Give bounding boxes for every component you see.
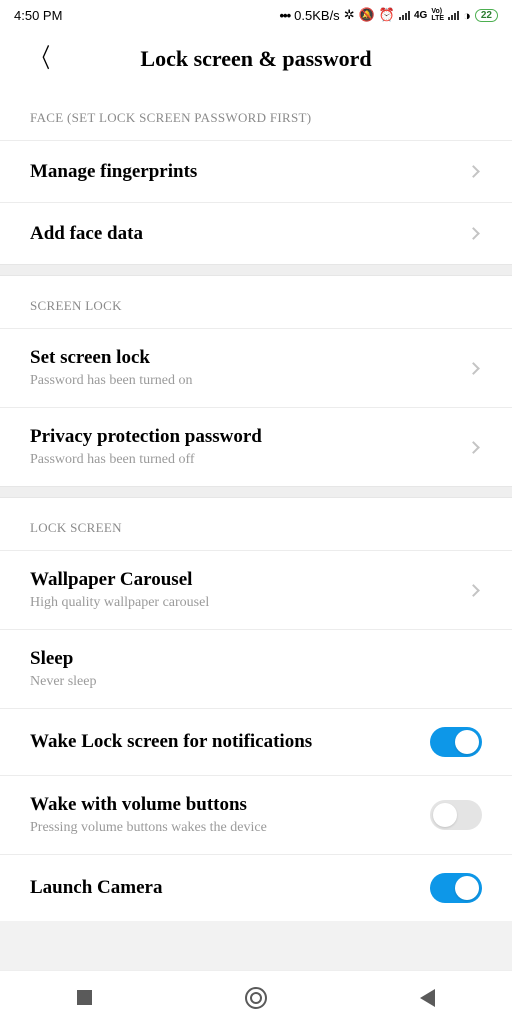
- toggle-wake-volume[interactable]: [430, 800, 482, 830]
- status-right: ••• 0.5KB/s ✲ 🔕 ⏰ 4G Vo)LTE ◑ 22: [280, 7, 499, 23]
- row-sleep[interactable]: Sleep Never sleep: [0, 629, 512, 708]
- row-title: Wake Lock screen for notifications: [30, 731, 430, 753]
- wifi-icon: ◑: [463, 8, 471, 23]
- row-title: Wallpaper Carousel: [30, 569, 469, 591]
- row-subtitle: Never sleep: [30, 674, 482, 690]
- signal-icon: [399, 11, 410, 20]
- nav-bar: [0, 970, 512, 1024]
- battery-icon: 22: [475, 9, 498, 22]
- row-title: Launch Camera: [30, 877, 430, 899]
- section-header-face: FACE (SET LOCK SCREEN PASSWORD FIRST): [0, 88, 512, 140]
- toggle-wake-notifications[interactable]: [430, 727, 482, 757]
- home-button[interactable]: [245, 987, 267, 1009]
- content-scroll[interactable]: FACE (SET LOCK SCREEN PASSWORD FIRST) Ma…: [0, 88, 512, 970]
- row-title: Sleep: [30, 648, 482, 670]
- chevron-right-icon: [467, 441, 480, 454]
- row-add-face-data[interactable]: Add face data: [0, 202, 512, 264]
- section-header-screen-lock: SCREEN LOCK: [0, 276, 512, 328]
- back-nav-button[interactable]: [420, 989, 435, 1007]
- row-privacy-protection[interactable]: Privacy protection password Password has…: [0, 407, 512, 486]
- section-lock-screen: LOCK SCREEN Wallpaper Carousel High qual…: [0, 498, 512, 921]
- row-title: Manage fingerprints: [30, 161, 469, 183]
- status-speed: 0.5KB/s: [294, 8, 340, 23]
- section-divider: [0, 486, 512, 498]
- row-wake-notifications: Wake Lock screen for notifications: [0, 708, 512, 775]
- status-time: 4:50 PM: [14, 8, 62, 23]
- row-set-screen-lock[interactable]: Set screen lock Password has been turned…: [0, 328, 512, 407]
- row-title: Privacy protection password: [30, 426, 469, 448]
- section-header-lock-screen: LOCK SCREEN: [0, 498, 512, 550]
- section-divider: [0, 264, 512, 276]
- dnd-icon: 🔕: [359, 7, 375, 23]
- chevron-right-icon: [467, 584, 480, 597]
- network-label: 4G: [414, 10, 427, 21]
- status-bar: 4:50 PM ••• 0.5KB/s ✲ 🔕 ⏰ 4G Vo)LTE ◑ 22: [0, 0, 512, 30]
- alarm-icon: ⏰: [379, 7, 395, 23]
- recents-button[interactable]: [77, 990, 92, 1005]
- chevron-right-icon: [467, 362, 480, 375]
- page-title: Lock screen & password: [0, 46, 512, 72]
- back-button[interactable]: 〈: [32, 46, 50, 72]
- bluetooth-icon: ✲: [344, 7, 355, 23]
- app-header: 〈 Lock screen & password: [0, 30, 512, 88]
- row-subtitle: Pressing volume buttons wakes the device: [30, 820, 430, 836]
- row-subtitle: Password has been turned off: [30, 452, 469, 468]
- signal2-icon: [448, 11, 459, 20]
- row-title: Add face data: [30, 223, 469, 245]
- chevron-right-icon: [467, 165, 480, 178]
- row-manage-fingerprints[interactable]: Manage fingerprints: [0, 140, 512, 202]
- section-face: FACE (SET LOCK SCREEN PASSWORD FIRST) Ma…: [0, 88, 512, 264]
- toggle-launch-camera[interactable]: [430, 873, 482, 903]
- chevron-right-icon: [467, 227, 480, 240]
- row-wallpaper-carousel[interactable]: Wallpaper Carousel High quality wallpape…: [0, 550, 512, 629]
- row-launch-camera: Launch Camera: [0, 854, 512, 921]
- row-wake-volume: Wake with volume buttons Pressing volume…: [0, 775, 512, 854]
- row-title: Wake with volume buttons: [30, 794, 430, 816]
- row-subtitle: High quality wallpaper carousel: [30, 595, 469, 611]
- section-screen-lock: SCREEN LOCK Set screen lock Password has…: [0, 276, 512, 486]
- row-subtitle: Password has been turned on: [30, 373, 469, 389]
- row-title: Set screen lock: [30, 347, 469, 369]
- volte-label: Vo)LTE: [431, 8, 444, 22]
